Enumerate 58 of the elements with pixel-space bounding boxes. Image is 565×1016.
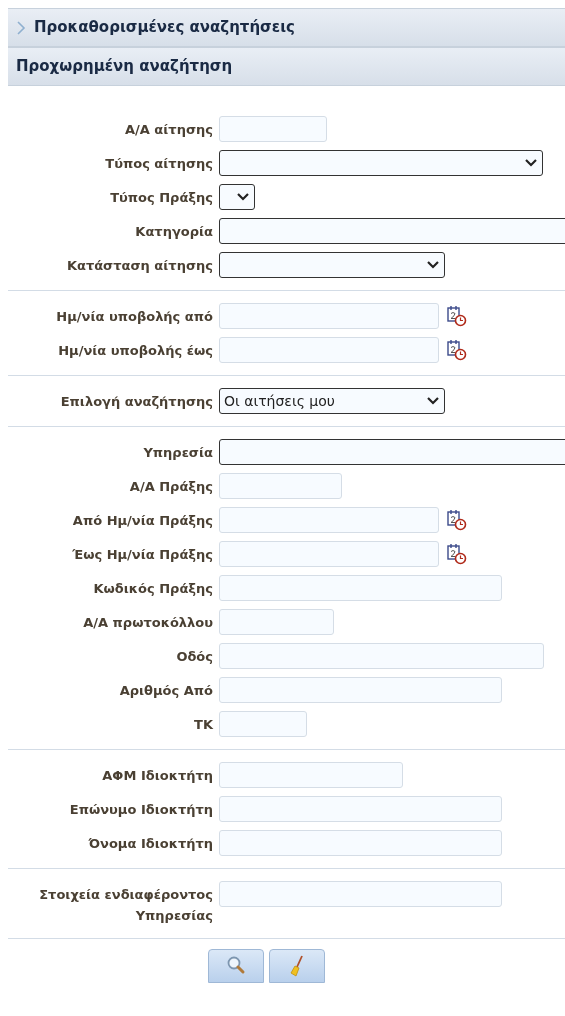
calendar-clock-icon[interactable] [447,305,467,327]
field-label: Τύπος αίτησης [104,155,213,173]
date-field[interactable] [219,541,439,567]
dropdown[interactable] [219,184,255,210]
search-icon [226,955,246,975]
date-field[interactable] [219,303,439,329]
panel-header[interactable]: Προκαθορισμένες αναζητήσεις [8,8,565,47]
field-label: Κατάσταση αίτησης [65,257,213,275]
dropdown[interactable] [219,150,543,176]
field-label: Υπηρεσία [142,444,213,462]
lookup-field[interactable] [219,439,565,465]
field-label: Ημ/νία υποβολής από [55,308,213,326]
field-label: Α/Α πρωτοκόλλου [82,614,213,632]
chevron-down-icon [236,192,250,202]
text-field[interactable] [219,762,403,788]
panel-title: Προκαθορισμένες αναζητήσεις [34,17,295,39]
field-label: ΤΚ [193,716,213,734]
text-field[interactable] [219,881,502,907]
field-label: Α/Α Πράξης [128,478,213,496]
field-label: ΑΦΜ Ιδιοκτήτη [101,767,213,785]
calendar-clock-icon[interactable] [447,509,467,531]
text-field[interactable] [219,643,544,669]
field-label: Ημ/νία υποβολής έως [57,342,213,360]
dropdown[interactable]: Οι αιτήσεις μου [219,388,445,414]
chevron-right-icon [16,19,26,36]
date-field[interactable] [219,507,439,533]
panel-title: Προχωρημένη αναζήτηση [16,56,233,78]
field-label: Επιλογή αναζήτησης [59,393,213,411]
field-label: Αριθμός Από [118,682,213,700]
text-field[interactable] [219,830,502,856]
field-label: Κωδικός Πράξης [92,580,213,598]
date-field[interactable] [219,337,439,363]
text-field[interactable] [219,609,334,635]
clear-button[interactable] [269,949,325,983]
text-field[interactable] [219,575,502,601]
panel-header[interactable]: Προχωρημένη αναζήτηση [8,47,565,86]
field-label: Οδός [175,648,213,666]
calendar-clock-icon[interactable] [447,339,467,361]
field-label: Στοιχεία ενδιαφέροντος Υπηρεσίας [38,886,213,925]
text-field[interactable] [219,473,342,499]
field-label: Έως Ημ/νία Πράξης [71,546,213,564]
field-label: Τύπος Πράξης [109,189,213,207]
search-button[interactable] [208,949,264,983]
field-label: Α/Α αίτησης [123,121,213,139]
text-field[interactable] [219,677,502,703]
lookup-field[interactable] [219,218,565,244]
field-label: Όνομα Ιδιοκτήτη [87,835,213,853]
chevron-down-icon [524,158,538,168]
calendar-clock-icon[interactable] [447,543,467,565]
text-field[interactable] [219,711,307,737]
text-field[interactable] [219,116,327,142]
field-label: Κατηγορία [134,223,213,241]
field-label: Από Ημ/νία Πράξης [71,512,213,530]
chevron-down-icon [426,396,440,406]
field-label: Επώνυμο Ιδιοκτήτη [68,801,213,819]
dropdown[interactable] [219,252,445,278]
text-field[interactable] [219,796,502,822]
chevron-down-icon [426,260,440,270]
